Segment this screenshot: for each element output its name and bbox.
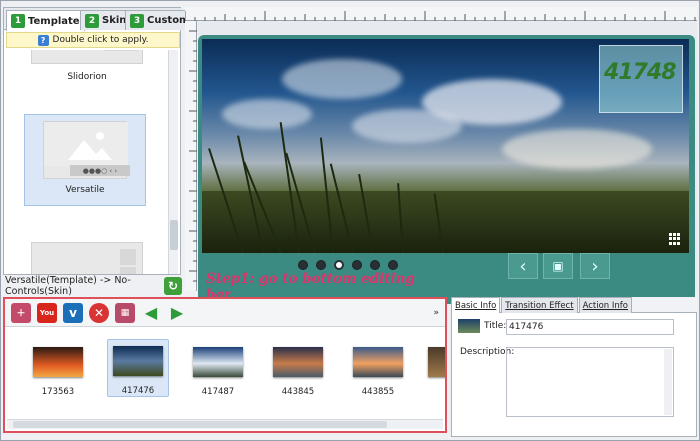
template-thumbnail [31,50,143,64]
image-item[interactable]: 443845 [267,339,329,397]
preview-stage: 41748 ‹ ▣ › [198,21,697,304]
image-thumbnail [113,346,163,376]
tab-transition-effect[interactable]: Transition Effect [501,297,578,313]
tab-basic-info[interactable]: Basic Info [451,297,501,313]
description-scrollbar[interactable] [664,349,672,415]
image-id: 173563 [41,387,75,397]
template-tabs: 1 Template 2 Skin 3 Custom [4,8,195,31]
ruler-vertical [185,21,197,291]
move-left-button[interactable]: ◀ [141,303,161,323]
grid-view-icon[interactable] [669,233,681,245]
image-item-partial[interactable] [427,339,445,387]
image-id: 443845 [281,387,315,397]
template-scrollbar[interactable] [168,50,178,274]
hint-text: Double click to apply. [52,35,149,45]
pagination-dot[interactable] [352,260,362,270]
add-vimeo-button[interactable]: v [63,302,83,323]
template-item-slidorion[interactable]: Slidorion [6,50,168,82]
pagination-dot-active[interactable] [334,260,344,270]
tab-number-badge: 2 [85,13,99,28]
slider-frame: 41748 ‹ ▣ › [198,35,695,304]
tab-number-badge: 1 [11,14,25,28]
remove-button[interactable]: ✕ [89,302,109,323]
image-placeholder-icon [44,122,128,166]
image-item[interactable]: 417487 [187,339,249,397]
slide-pagination [298,260,398,270]
image-item[interactable]: 443855 [347,339,409,397]
title-label: Title: [484,321,507,331]
template-label: Slidorion [67,72,107,82]
template-item-partial[interactable] [6,242,168,274]
app-window: 1 Template 2 Skin 3 Custom ? Double clic… [0,0,700,441]
image-list: 173563 417476 417487 443845 443855 [5,329,445,419]
template-thumbnail: ●●●○ ‹ › [43,121,130,179]
move-right-button[interactable]: ▶ [167,303,187,323]
slide-image: 41748 [202,39,689,253]
image-thumbnail [193,347,243,377]
image-list-scrollbar[interactable] [7,419,443,429]
image-item[interactable]: 173563 [27,339,89,397]
refresh-button[interactable]: ↻ [164,277,182,295]
next-slide-button[interactable]: › [580,253,610,279]
ruler-ticks [189,30,197,282]
tab-label: Skin [102,15,127,26]
ruler-ticks [184,11,696,21]
image-thumbnail [33,347,83,377]
remove-all-button[interactable]: ▦ [115,302,135,323]
title-row: Title: [458,319,506,333]
step-callout: Step1: go to bottom editing bar [206,271,415,303]
tab-number-badge: 3 [130,13,144,28]
tab-skin[interactable]: 2 Skin [80,10,132,30]
toolbar-overflow-icon[interactable]: » [433,308,439,318]
template-list: Slidorion ●●●○ ‹ › Versatile [6,50,168,274]
prev-slide-button[interactable]: ‹ [508,253,538,279]
info-tabs: Basic Info Transition Effect Action Info [451,297,697,313]
image-id: 417476 [121,386,155,396]
template-panel: 1 Template 2 Skin 3 Custom ? Double clic… [3,7,195,275]
image-toolbar: ＋ You v ✕ ▦ ◀ ▶ » [5,299,445,327]
thumbnail-overlay: 41748 [599,45,683,113]
template-thumbnail [31,242,143,274]
tab-action-info[interactable]: Action Info [578,297,632,313]
pagination-dot[interactable] [316,260,326,270]
selected-image-thumbnail [458,319,480,333]
image-thumbnail [428,347,445,377]
image-item-selected[interactable]: 417476 [107,339,169,397]
description-textarea[interactable] [506,347,674,417]
pagination-dot[interactable] [388,260,398,270]
ruler-horizontal [184,7,697,21]
basic-info-form: Title: 417476 Description: [451,313,697,437]
tab-label: Template [28,15,80,27]
image-thumbnail [273,347,323,377]
add-youtube-button[interactable]: You [37,302,57,323]
tab-label: Custom [147,15,190,26]
tab-template[interactable]: 1 Template [6,10,85,31]
image-thumbnail [353,347,403,377]
template-item-versatile[interactable]: ●●●○ ‹ › Versatile [24,114,146,206]
add-image-button[interactable]: ＋ [11,302,31,323]
status-text: Versatile(Template) -> No-Controls(Skin) [5,275,131,297]
help-icon: ? [37,34,49,46]
overlay-number: 41748 [604,60,677,85]
pagination-dot[interactable] [370,260,380,270]
image-info-panel: Basic Info Transition Effect Action Info… [451,297,697,437]
pagination-dot[interactable] [298,260,308,270]
pause-button[interactable]: ▣ [543,253,573,279]
template-label: Versatile [65,185,105,195]
template-status: Versatile(Template) -> No-Controls(Skin)… [3,275,182,297]
apply-hint: ? Double click to apply. [6,32,180,48]
image-editing-bar: ＋ You v ✕ ▦ ◀ ▶ » 173563 417476 417487 4… [3,297,447,433]
title-input[interactable]: 417476 [506,319,674,335]
image-id: 443855 [361,387,395,397]
image-id: 417487 [201,387,235,397]
